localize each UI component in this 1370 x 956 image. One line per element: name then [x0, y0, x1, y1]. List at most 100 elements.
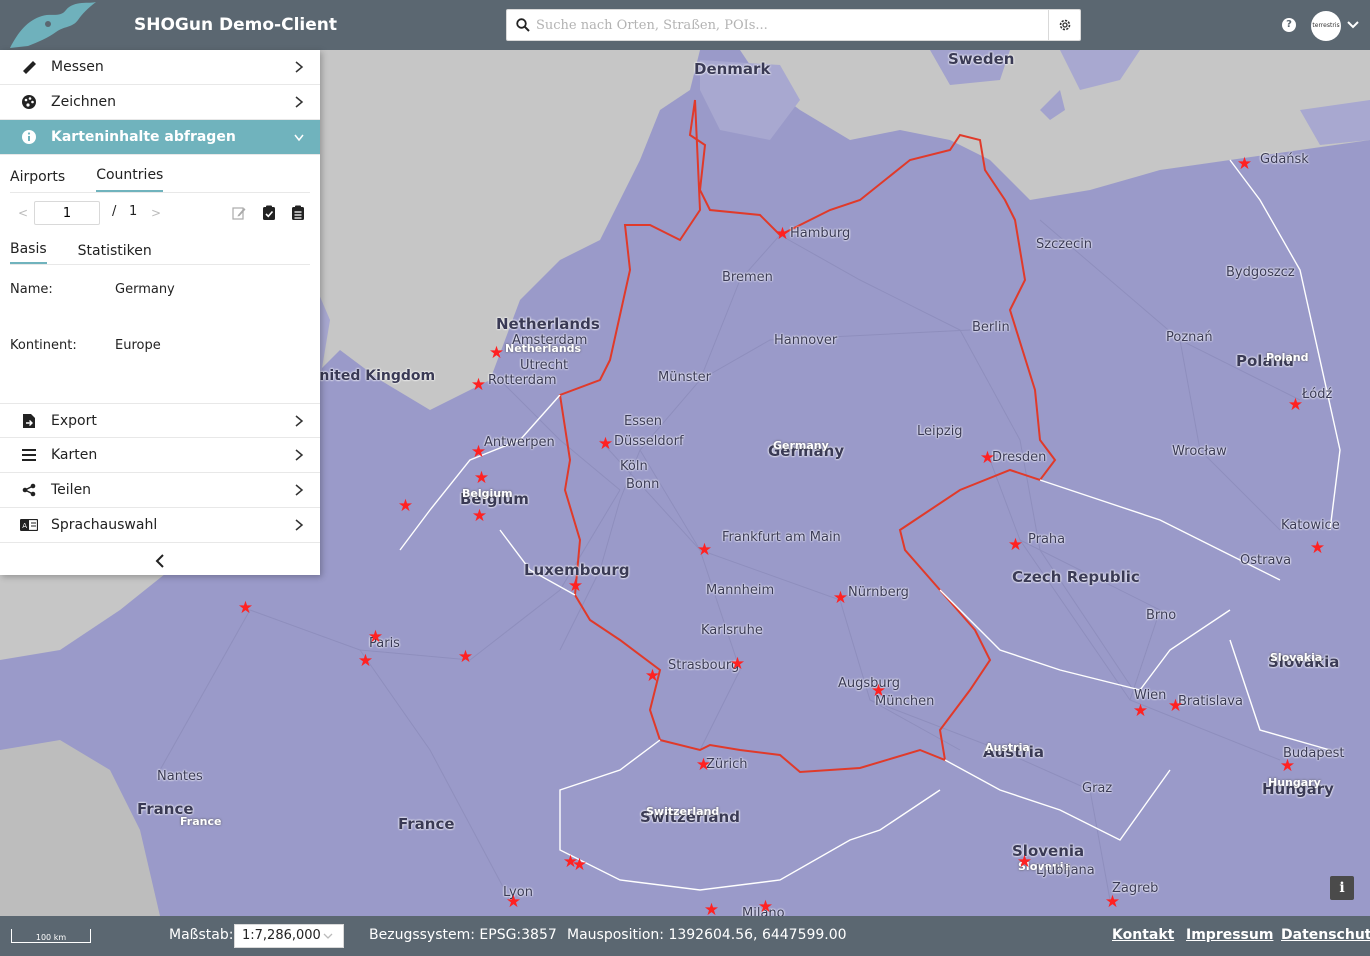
airport-marker[interactable]: ★: [703, 902, 720, 917]
airport-marker[interactable]: ★: [870, 683, 887, 700]
city-label: Nantes: [157, 769, 203, 784]
city-label: Nürnberg: [848, 585, 909, 600]
info-icon: [20, 128, 38, 146]
city-label: Essen: [624, 414, 662, 429]
search-settings-button[interactable]: [1048, 10, 1080, 40]
menu-item-messen[interactable]: Messen: [0, 50, 320, 85]
tab-airports[interactable]: Airports: [10, 169, 65, 192]
city-label: Frankfurt am Main: [722, 530, 841, 545]
tab-statistiken[interactable]: Statistiken: [78, 243, 152, 264]
tab-basis[interactable]: Basis: [10, 241, 47, 264]
airport-marker[interactable]: ★: [367, 629, 384, 646]
scale-label: Maßstab:: [169, 927, 234, 943]
link-datenschutz[interactable]: Datenschutz: [1281, 927, 1370, 943]
feature-pager: < / 1 >: [10, 193, 310, 233]
airport-marker[interactable]: ★: [832, 590, 849, 607]
help-button[interactable]: ?: [1282, 18, 1296, 32]
airport-marker[interactable]: ★: [571, 857, 588, 874]
city-label: Bremen: [722, 270, 773, 285]
page-number-input[interactable]: [34, 201, 100, 225]
country-label-sweden: Sweden: [948, 50, 1015, 68]
chevron-right-icon: [295, 415, 304, 427]
airport-marker[interactable]: ★: [1132, 703, 1149, 720]
city-label: Graz: [1082, 781, 1113, 796]
menu-item-teilen[interactable]: Teilen: [0, 473, 320, 508]
feature-label-austria: Austria: [985, 741, 1030, 754]
tab-countries[interactable]: Countries: [96, 167, 164, 192]
airport-marker[interactable]: ★: [774, 226, 791, 243]
menu-item-karten[interactable]: Karten: [0, 438, 320, 473]
city-label: Brno: [1146, 608, 1177, 623]
chevron-right-icon: [295, 96, 304, 108]
scale-value: 1:7,286,000: [242, 928, 321, 943]
clipboard-list-icon[interactable]: [291, 205, 305, 221]
search-box[interactable]: [506, 9, 1081, 41]
previous-page-icon[interactable]: <: [18, 206, 28, 220]
chevron-down-icon[interactable]: [1346, 18, 1360, 32]
airport-marker[interactable]: ★: [237, 600, 254, 617]
chevron-right-icon: [295, 519, 304, 531]
airport-marker[interactable]: ★: [729, 656, 746, 673]
airport-marker[interactable]: ★: [644, 668, 661, 685]
feature-label-slovakia: Slovakia: [1270, 651, 1323, 664]
airport-marker[interactable]: ★: [1287, 397, 1304, 414]
search-input[interactable]: [536, 14, 1041, 36]
airport-marker[interactable]: ★: [696, 542, 713, 559]
city-label: Amsterdam: [512, 333, 588, 348]
airport-marker[interactable]: ★: [1309, 540, 1326, 557]
city-label: Hannover: [774, 333, 838, 348]
airport-marker[interactable]: ★: [457, 649, 474, 666]
attribute-row-name: Name: Germany: [10, 265, 310, 321]
scale-select[interactable]: 1:7,286,000: [234, 924, 344, 948]
airport-marker[interactable]: ★: [1279, 758, 1296, 775]
airport-marker[interactable]: ★: [1167, 698, 1184, 715]
menu-item-sprachauswahl[interactable]: A Sprachauswahl: [0, 508, 320, 543]
country-label-france-2: France: [398, 815, 455, 833]
airport-marker[interactable]: ★: [470, 377, 487, 394]
airport-marker[interactable]: ★: [357, 653, 374, 670]
chevron-down-icon: [323, 933, 333, 939]
clipboard-check-icon[interactable]: [262, 205, 276, 221]
chevron-left-icon: [155, 553, 164, 568]
menu-item-export[interactable]: Export: [0, 403, 320, 438]
edit-icon[interactable]: [232, 205, 246, 221]
airport-marker[interactable]: ★: [470, 444, 487, 461]
airport-marker[interactable]: ★: [567, 578, 584, 595]
scale-bar-label: 100 km: [35, 933, 67, 942]
airport-marker[interactable]: ★: [1104, 894, 1121, 911]
search-icon: [516, 18, 530, 32]
city-label: Antwerpen: [484, 435, 555, 450]
file-export-icon: [20, 412, 38, 430]
airport-marker[interactable]: ★: [597, 436, 614, 453]
tool-panel: Messen Zeichnen Karteninhalte abfragen A…: [0, 50, 320, 575]
collapse-panel-button[interactable]: [0, 543, 320, 578]
airport-marker[interactable]: ★: [397, 498, 414, 515]
attribute-value: Europe: [115, 338, 161, 353]
airport-marker[interactable]: ★: [1007, 537, 1024, 554]
link-kontakt[interactable]: Kontakt: [1112, 927, 1174, 943]
status-footer: 100 km Maßstab: 1:7,286,000 Bezugssystem…: [0, 916, 1370, 956]
next-page-icon[interactable]: >: [151, 206, 161, 220]
airport-marker[interactable]: ★: [1236, 156, 1253, 173]
airport-marker[interactable]: ★: [979, 450, 996, 467]
user-avatar[interactable]: terrestris: [1311, 11, 1341, 41]
city-label: Utrecht: [520, 358, 569, 373]
menu-item-zeichnen[interactable]: Zeichnen: [0, 85, 320, 120]
map-attribution-button[interactable]: i: [1330, 876, 1354, 900]
chevron-right-icon: [295, 484, 304, 496]
menu-item-karteninhalte-abfragen[interactable]: Karteninhalte abfragen: [0, 120, 320, 155]
airport-marker[interactable]: ★: [488, 345, 505, 362]
city-label: Berlin: [972, 320, 1010, 335]
airport-marker[interactable]: ★: [757, 899, 774, 916]
airport-marker[interactable]: ★: [471, 508, 488, 525]
city-label: Wrocław: [1172, 444, 1227, 459]
airport-marker[interactable]: ★: [1016, 854, 1033, 871]
city-label: Hamburg: [790, 226, 851, 241]
app-logo: [10, 2, 96, 48]
link-impressum[interactable]: Impressum: [1186, 927, 1273, 943]
gear-icon: [1059, 19, 1070, 31]
airport-marker[interactable]: ★: [695, 757, 712, 774]
airport-marker[interactable]: ★: [473, 470, 490, 487]
feature-label-switzerland: Switzerland: [646, 805, 720, 818]
airport-marker[interactable]: ★: [505, 894, 522, 911]
